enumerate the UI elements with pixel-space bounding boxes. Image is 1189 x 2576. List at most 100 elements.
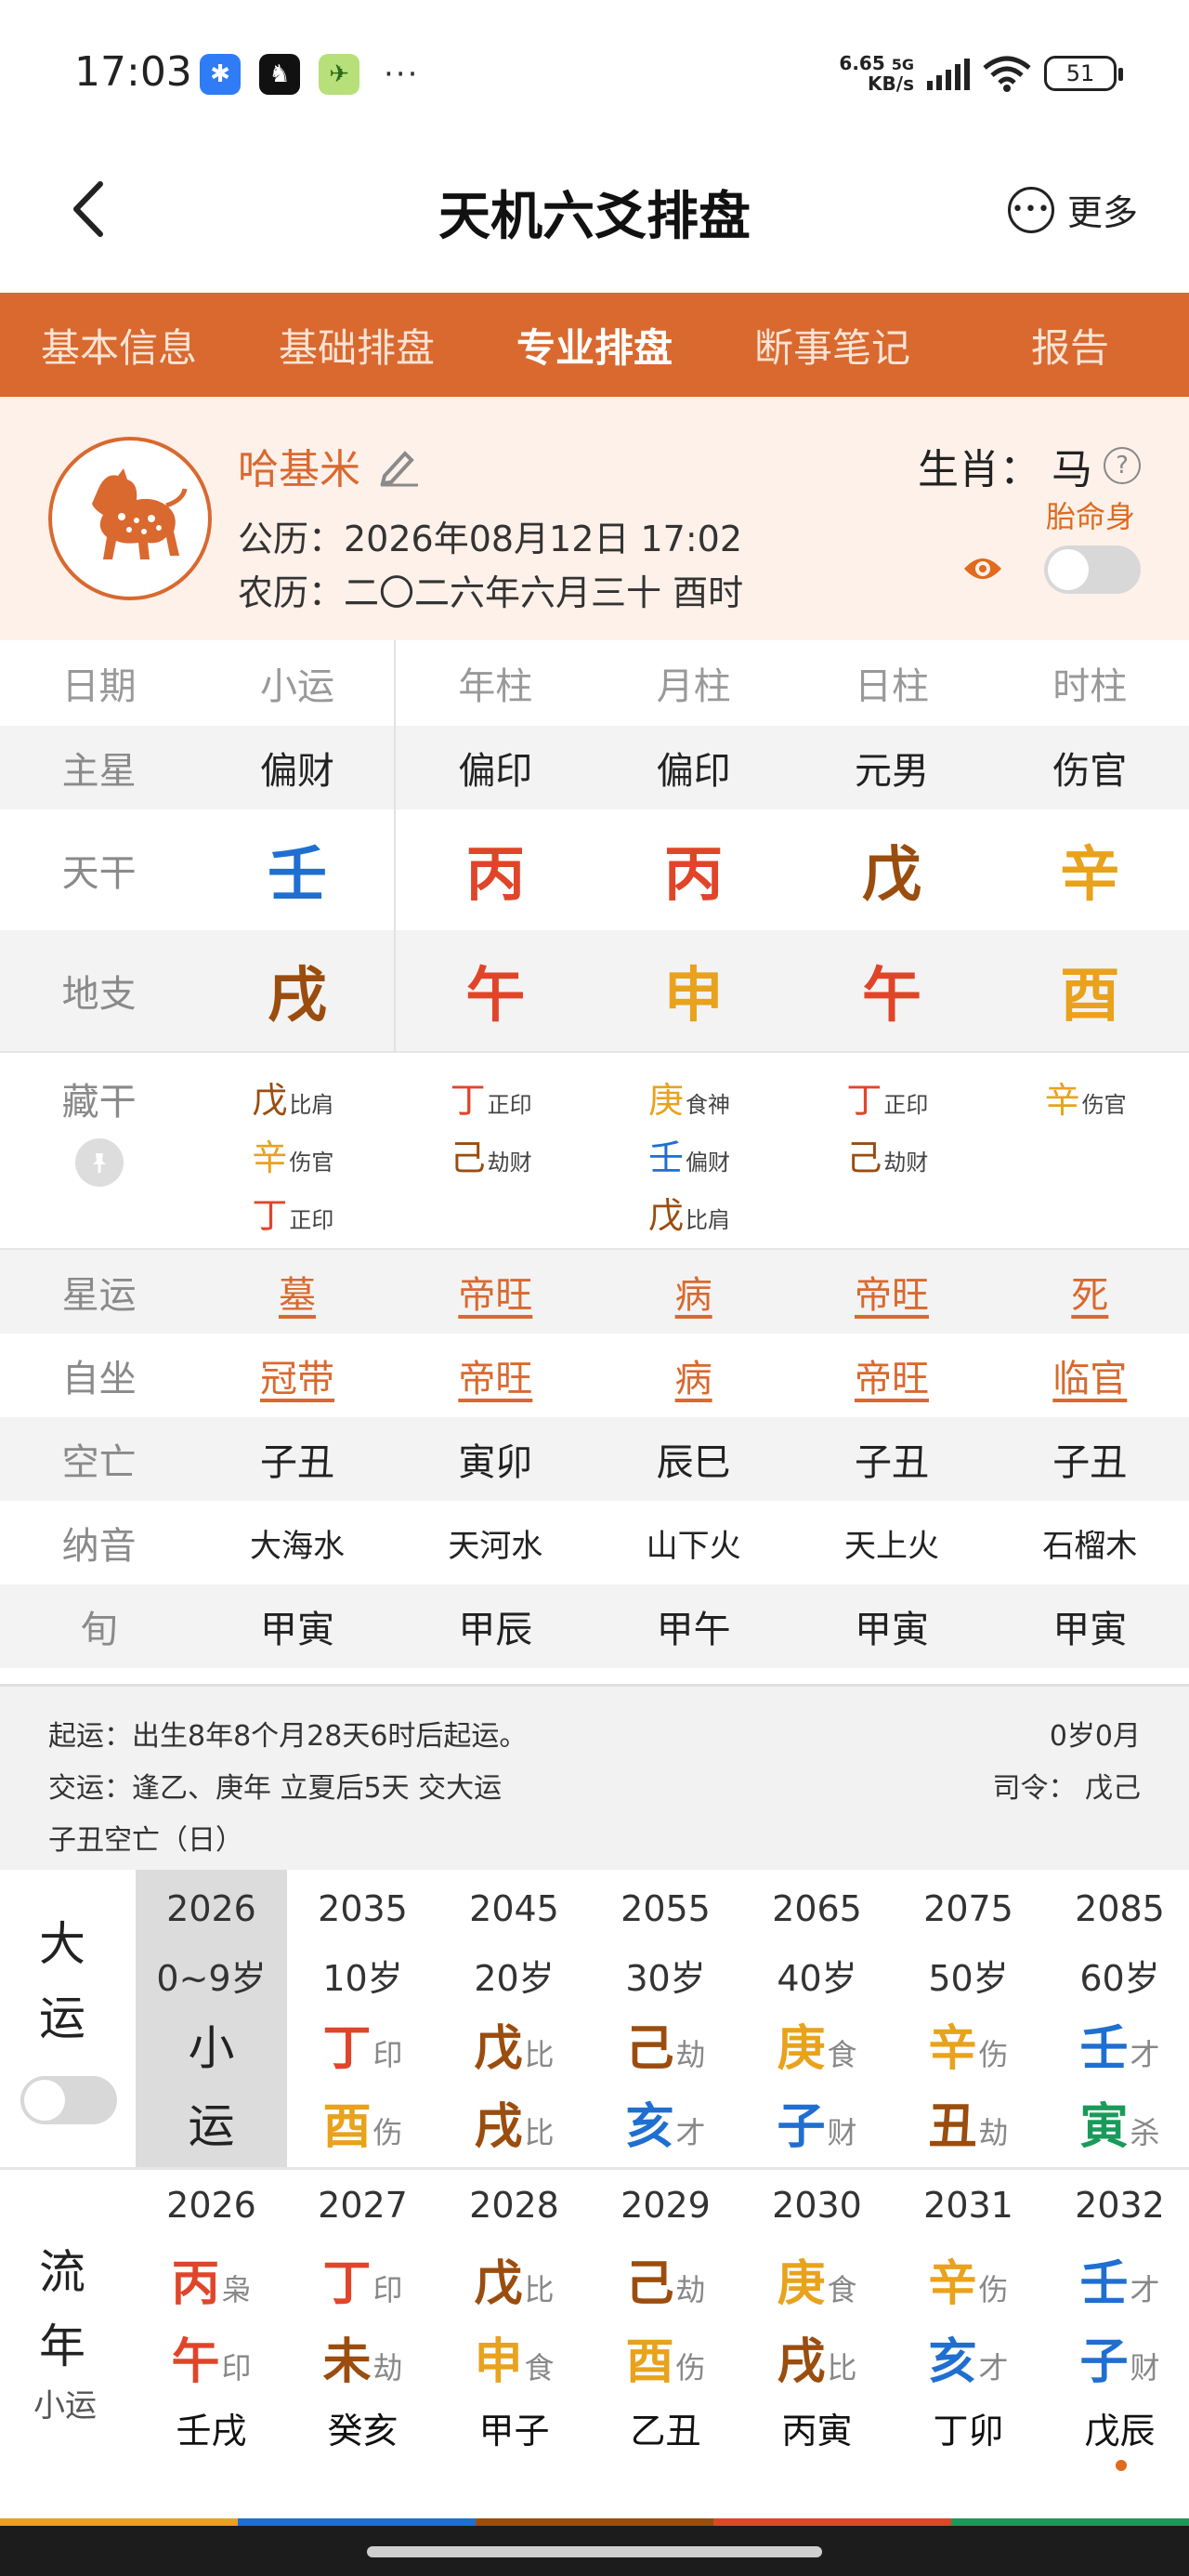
canggan-item: 戊比肩: [252, 1071, 396, 1129]
xingyun-link[interactable]: 帝旺: [855, 1274, 929, 1317]
canggan-char: 辛: [1044, 1080, 1080, 1121]
kongwang-cell: 子丑: [1052, 1441, 1128, 1484]
canggan-tag: 正印: [487, 1092, 532, 1118]
dayun-year: 2055: [621, 1888, 711, 1929]
zizuo-row: 自坐 冠带 帝旺 病 帝旺 临官: [0, 1334, 1189, 1417]
dots-circle-icon: •••: [1007, 186, 1054, 233]
liunian-gan: 丁印: [322, 2256, 403, 2312]
xingyun-link[interactable]: 帝旺: [458, 1274, 532, 1317]
dayun-current-column[interactable]: 2026 0~9岁 小 运: [136, 1870, 287, 2167]
canggan-label-cell: 藏干: [0, 1071, 198, 1187]
status-time: 17:03: [74, 48, 192, 96]
zizuo-link[interactable]: 临官: [1052, 1358, 1127, 1400]
grid-header-row: 日期 小运 年柱 月柱 日柱 时柱: [0, 640, 1189, 726]
bazi-grid: 日期 小运 年柱 月柱 日柱 时柱 主星 偏财 偏印 偏印 元男 伤官 天干 壬…: [0, 640, 1189, 1668]
liunian-gan: 戊比: [474, 2256, 555, 2312]
dayun-zhi: 丑劫: [928, 2099, 1009, 2155]
more-button[interactable]: ••• 更多: [1007, 184, 1138, 235]
profile-name[interactable]: 哈基米: [238, 436, 420, 495]
zizuo-link[interactable]: 冠带: [260, 1358, 334, 1400]
main-star-cell: 元男: [854, 750, 929, 793]
canggan-char: 戊: [647, 1195, 684, 1236]
liunian-column[interactable]: 2027 丁印 未劫 癸亥: [287, 2170, 438, 2477]
zizuo-link[interactable]: 帝旺: [458, 1358, 532, 1400]
liunian-column[interactable]: 2032 壬才 子财 戊辰: [1044, 2170, 1189, 2477]
app-notification-icon: ✱: [200, 54, 241, 95]
lunar-date: 农历：二〇二六年六月三十 酉时: [238, 572, 744, 613]
canggan-tag: 偏财: [686, 1150, 730, 1176]
dizhi-cell: 酉: [1060, 962, 1120, 1031]
dayun-column[interactable]: 2035 10岁 丁印 酉伤: [287, 1870, 438, 2167]
liunian-column[interactable]: 2026 丙枭 午印 壬戌: [136, 2170, 287, 2477]
main-star-cell: 偏印: [656, 750, 731, 793]
dizhi-cell: 午: [465, 962, 526, 1031]
liunian-gan: 壬才: [1079, 2256, 1160, 2312]
liunian-zhi: 戌比: [777, 2334, 857, 2390]
canggan-item: 丁正印: [252, 1187, 396, 1244]
liunian-column[interactable]: 2028 戊比 申食 甲子: [438, 2170, 590, 2477]
status-bar: 17:03 ✱ ♞ ✈ ··· 6.65 5G KB/s 51: [0, 0, 1189, 139]
tab-basic-chart[interactable]: 基础排盘: [238, 293, 476, 397]
qiyun-text: 起运：出生8年8个月28天6时后起运。: [48, 1720, 528, 1753]
row-label: 纳音: [61, 1525, 137, 1568]
taiming-link[interactable]: 胎命身: [1046, 493, 1135, 536]
edit-pencil-icon[interactable]: [377, 444, 420, 487]
battery-icon: 51: [1044, 56, 1123, 91]
profile-card: 哈基米 公历：2026年08月12日 17:02 农历：二〇二六年六月三十 酉时…: [0, 397, 1189, 640]
xingyun-link[interactable]: 病: [675, 1274, 712, 1317]
canggan-char: 壬: [647, 1137, 684, 1178]
tiangan-cell: 丙: [465, 841, 526, 910]
home-indicator[interactable]: [367, 2546, 822, 2557]
dayun-column[interactable]: 2055 30岁 己劫 亥才: [590, 1870, 741, 2167]
xingyun-link[interactable]: 死: [1071, 1274, 1108, 1317]
canggan-char: 丁: [450, 1080, 486, 1121]
liunian-column[interactable]: 2029 己劫 酉伤 乙丑: [590, 2170, 741, 2477]
main-star-cell: 偏财: [259, 750, 334, 793]
eye-icon[interactable]: [961, 550, 1004, 587]
dayun-gan: 辛伤: [928, 2021, 1009, 2077]
tab-basic-info[interactable]: 基本信息: [0, 293, 238, 397]
header-day: 日柱: [854, 665, 929, 708]
dayun-column[interactable]: 2065 40岁 庚食 子财: [741, 1870, 893, 2167]
dizhi-row: 地支 戌 午 申 午 酉: [0, 930, 1189, 1051]
canggan-tag: 比肩: [289, 1092, 334, 1118]
tab-pro-chart[interactable]: 专业排盘: [476, 293, 713, 397]
liunian-column[interactable]: 2030 庚食 戌比 丙寅: [741, 2170, 893, 2477]
zizuo-link[interactable]: 帝旺: [855, 1358, 929, 1400]
tab-report[interactable]: 报告: [951, 293, 1189, 397]
canggan-cell: 辛伤官: [991, 1071, 1189, 1129]
app-header: 天机六爻排盘 ••• 更多: [0, 139, 1189, 293]
dayun-column[interactable]: 2075 50岁 辛伤 丑劫: [893, 1870, 1044, 2167]
zizuo-link[interactable]: 病: [675, 1358, 712, 1400]
kongwang-cell: 子丑: [259, 1441, 334, 1484]
dayun-column[interactable]: 2085 60岁 壬才 寅杀: [1044, 1870, 1189, 2167]
canggan-item: 丁正印: [451, 1071, 594, 1129]
canggan-row: 藏干 戊比肩 辛伤官 丁正印 丁正印 己劫财 庚食神 壬偏财 戊比肩 丁正印 己劫财 辛伤官: [0, 1051, 1189, 1250]
canggan-item: 己劫财: [846, 1129, 990, 1187]
zodiac-horse-avatar: [48, 437, 212, 600]
dayun-column[interactable]: 2045 20岁 戊比 戌比: [438, 1870, 590, 2167]
xun-cell: 甲寅: [259, 1609, 334, 1651]
signal-icon: [927, 57, 970, 90]
tiangan-row: 天干 壬 丙 丙 戊 辛: [0, 809, 1189, 930]
pin-icon[interactable]: [74, 1138, 124, 1187]
xingyun-link[interactable]: 墓: [279, 1274, 316, 1317]
kongwang-row: 空亡 子丑 寅卯 辰巳 子丑 子丑: [0, 1417, 1189, 1501]
tab-notes[interactable]: 断事笔记: [713, 293, 951, 397]
zodiac-info: 生肖： 马 ?: [918, 436, 1141, 495]
row-label: 旬: [80, 1609, 118, 1651]
dayun-gan: 庚食: [777, 2021, 857, 2077]
siling-text: 司令： 戊己: [992, 1772, 1141, 1805]
xun-cell: 甲午: [656, 1609, 731, 1651]
dayun-toggle[interactable]: [20, 2076, 117, 2124]
profile-toggle[interactable]: [1044, 545, 1141, 594]
nayin-row: 纳音 大海水 天河水 山下火 天上火 石榴木: [0, 1501, 1189, 1584]
liunian-column[interactable]: 2031 辛伤 亥才 丁卯: [893, 2170, 1044, 2477]
canggan-item: 庚食神: [648, 1071, 792, 1129]
status-right: 6.65 5G KB/s 51: [839, 54, 1123, 93]
canggan-item: 辛伤官: [252, 1129, 396, 1187]
canggan-tag: 伤官: [1081, 1092, 1127, 1118]
dayun-age: 40岁: [777, 1958, 857, 1999]
help-icon[interactable]: ?: [1104, 447, 1141, 484]
dayun-zhi: 戌比: [474, 2099, 555, 2155]
